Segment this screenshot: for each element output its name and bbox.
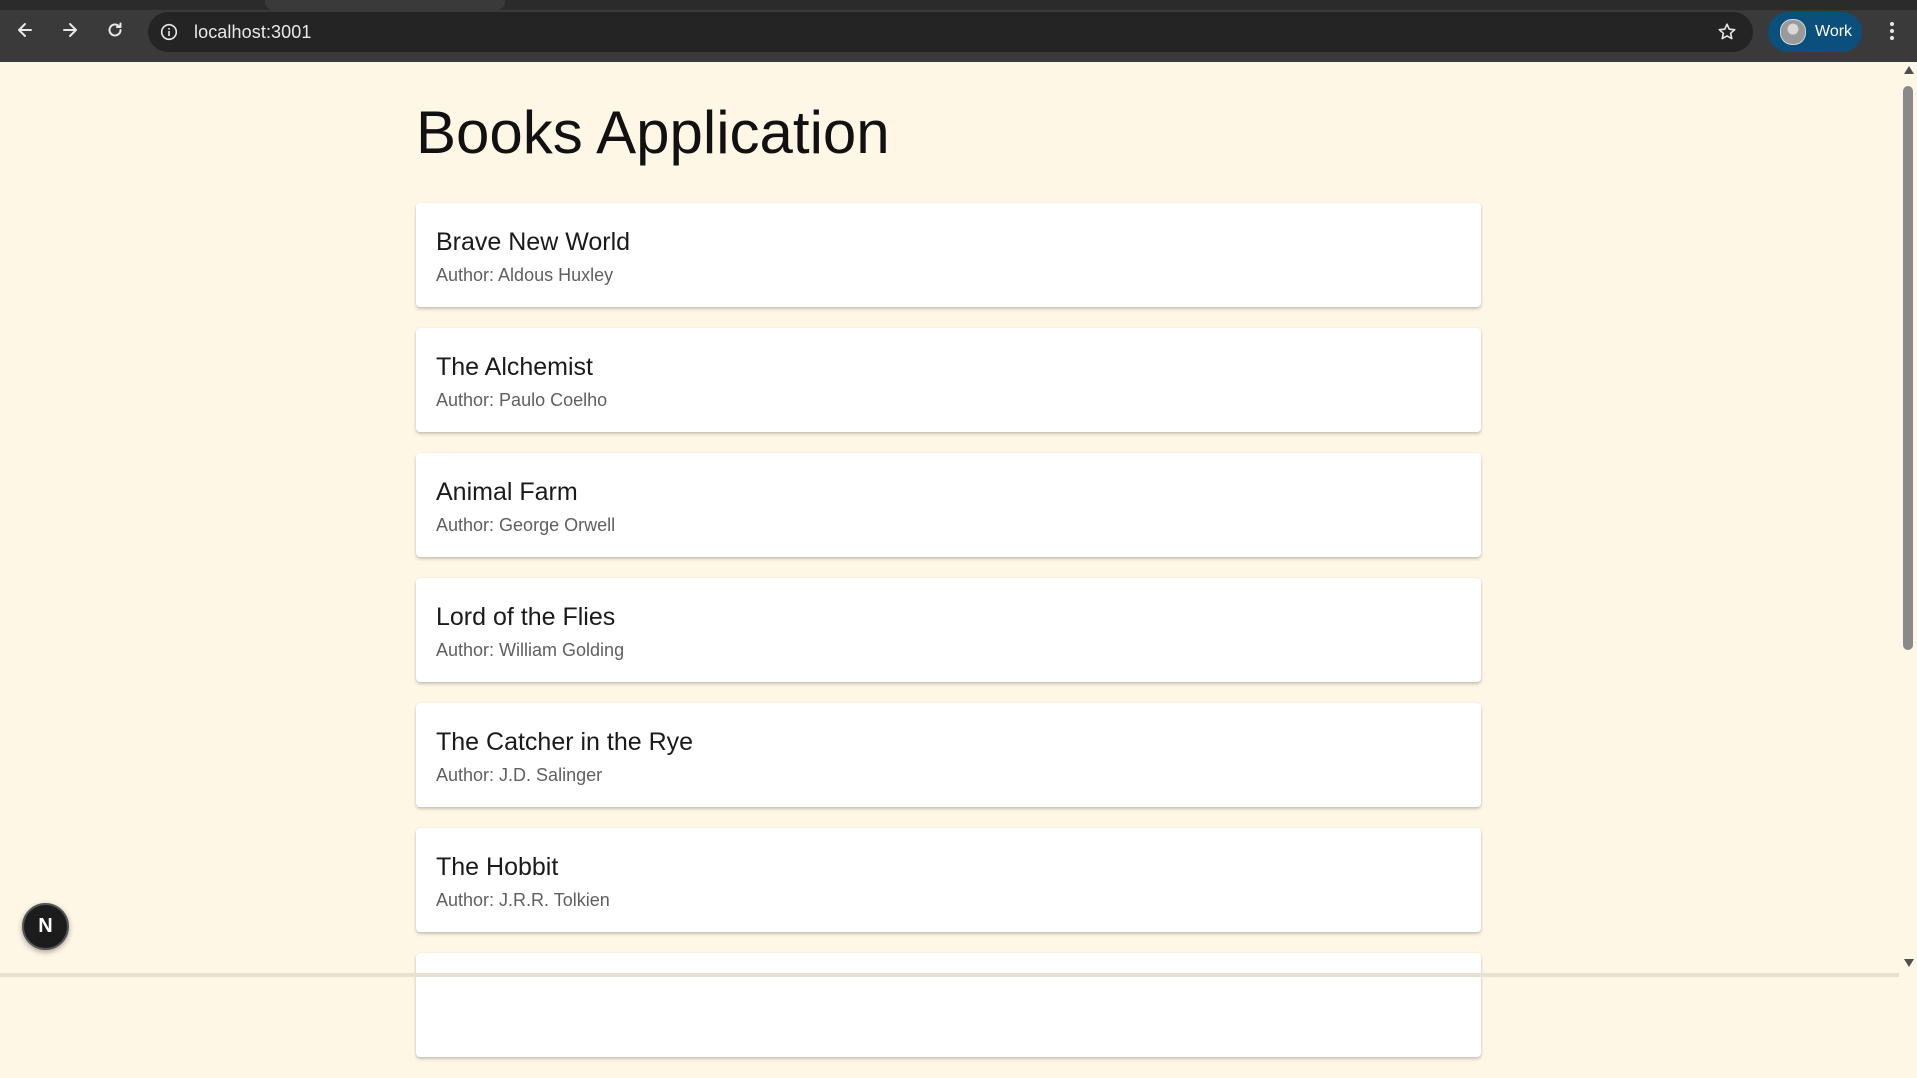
bookmark-button[interactable]	[1715, 20, 1739, 44]
scroll-down-arrow-icon[interactable]	[1904, 959, 1914, 967]
scroll-up-arrow-icon[interactable]	[1904, 66, 1914, 74]
nextjs-dev-badge[interactable]: N	[22, 903, 69, 950]
book-card-partial[interactable]	[416, 953, 1481, 1057]
book-card[interactable]: Lord of the Flies Author: William Goldin…	[416, 578, 1481, 682]
author-prefix: Author:	[436, 640, 500, 660]
author-name: William Golding	[499, 640, 625, 660]
book-card[interactable]: The Hobbit Author: J.R.R. Tolkien	[416, 828, 1481, 932]
author-prefix: Author:	[436, 515, 500, 535]
book-card[interactable]: The Alchemist Author: Paulo Coelho	[416, 328, 1481, 432]
author-prefix: Author:	[436, 890, 500, 910]
kebab-menu-icon	[1890, 22, 1894, 40]
browser-menu-button[interactable]	[1880, 16, 1904, 46]
page-title: Books Application	[416, 99, 890, 166]
url-text[interactable]: localhost:3001	[194, 22, 312, 43]
scrollbar-thumb[interactable]	[1903, 86, 1913, 650]
page-scrollbar[interactable]	[1899, 62, 1917, 977]
back-arrow-icon	[18, 23, 32, 37]
reload-button[interactable]	[99, 14, 131, 46]
author-name: Paulo Coelho	[499, 390, 608, 410]
nextjs-logo-icon: N	[38, 915, 53, 937]
book-author: Author: George Orwell	[436, 515, 1461, 535]
book-author: Author: J.R.R. Tolkien	[436, 890, 1461, 910]
author-name: J.D. Salinger	[499, 765, 603, 785]
back-button[interactable]	[9, 14, 41, 46]
reload-icon	[108, 22, 122, 37]
site-info-button[interactable]	[158, 21, 180, 43]
book-author: Author: Paulo Coelho	[436, 390, 1461, 410]
book-title: The Alchemist	[436, 353, 594, 381]
author-prefix: Author:	[436, 265, 499, 285]
author-prefix: Author:	[436, 765, 500, 785]
site-info-icon	[160, 23, 178, 41]
active-tab-edge[interactable]	[265, 0, 505, 10]
book-title: Animal Farm	[436, 478, 578, 506]
author-prefix: Author:	[436, 390, 500, 410]
star-icon	[1718, 23, 1736, 40]
page-bottom-edge	[0, 973, 1899, 977]
profile-label: Work	[1815, 23, 1853, 40]
forward-arrow-icon	[63, 23, 77, 37]
browser-toolbar: localhost:3001 Work	[0, 0, 1917, 62]
address-bar[interactable]: localhost:3001	[148, 12, 1753, 52]
forward-button[interactable]	[54, 14, 86, 46]
book-card[interactable]: The Catcher in the Rye Author: J.D. Sali…	[416, 703, 1481, 807]
author-name: Aldous Huxley	[498, 265, 614, 285]
avatar	[1780, 19, 1806, 45]
book-author: Author: William Golding	[436, 640, 1461, 660]
book-title: The Hobbit	[436, 853, 559, 881]
author-name: George Orwell	[499, 515, 616, 535]
profile-chip[interactable]: Work	[1768, 12, 1862, 52]
book-title: Lord of the Flies	[436, 603, 616, 631]
book-card[interactable]: Brave New World Author: Aldous Huxley	[416, 203, 1481, 307]
author-name: J.R.R. Tolkien	[499, 890, 610, 910]
book-card[interactable]: Animal Farm Author: George Orwell	[416, 453, 1481, 557]
book-author: Author: Aldous Huxley	[436, 265, 1461, 285]
book-title: The Catcher in the Rye	[436, 728, 694, 756]
book-title: Brave New World	[436, 228, 631, 256]
book-author: Author: J.D. Salinger	[436, 765, 1461, 785]
book-list: Brave New World Author: Aldous Huxley Th…	[416, 203, 1481, 1078]
